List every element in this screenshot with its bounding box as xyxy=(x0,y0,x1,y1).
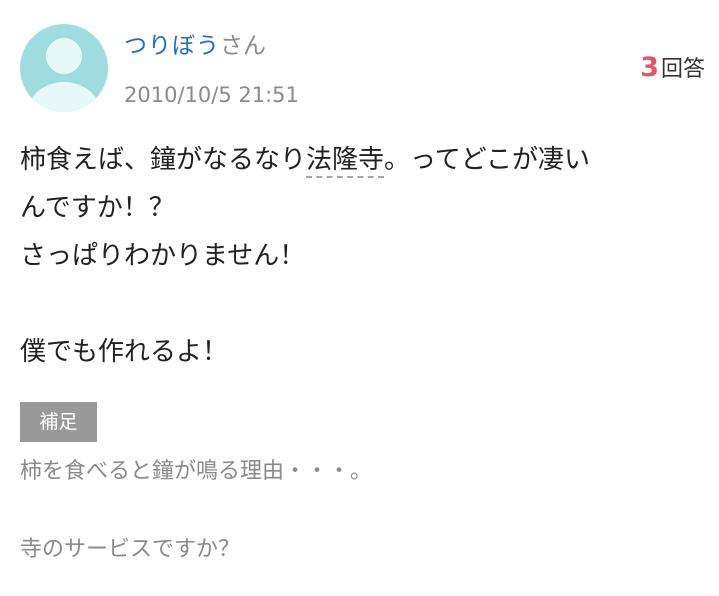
answer-count[interactable]: 3回答 xyxy=(640,52,705,87)
question-body: 柿食えば、鐘がなるなり法隆寺。ってどこが凄い んですか！？ さっぱりわかりません… xyxy=(20,136,700,376)
user-honorific: さん xyxy=(220,33,266,59)
question-text: 。ってどこが凄い xyxy=(384,145,590,175)
supplement-line-1: 柿を食べると鐘が鳴る理由・・・。 xyxy=(20,459,373,484)
supplement-line-2: 寺のサービスですか？ xyxy=(20,537,241,562)
keyword-link[interactable]: 法隆寺 xyxy=(306,145,385,178)
supplement-badge: 補足 xyxy=(20,402,97,442)
answer-count-label: 回答 xyxy=(660,57,705,82)
avatar-body-shape xyxy=(28,82,100,112)
user-line: つりぼうさん xyxy=(124,30,266,62)
question-line-4 xyxy=(20,280,700,328)
question-line-3: さっぱりわかりません！ xyxy=(20,241,306,271)
supplement-text: 柿を食べると鐘が鳴る理由・・・。 寺のサービスですか？ xyxy=(20,452,700,570)
question-line-1: 柿食えば、鐘がなるなり法隆寺。ってどこが凄い xyxy=(20,136,700,184)
post-timestamp: 2010/10/5 21:51 xyxy=(124,83,299,107)
answer-count-number: 3 xyxy=(640,52,659,83)
avatar-head-shape xyxy=(46,38,82,74)
question-line-5: 僕でも作れるよ！ xyxy=(20,337,229,367)
question-text: 柿食えば、鐘がなるなり xyxy=(20,145,307,175)
question-line-2: んですか！？ xyxy=(20,193,175,223)
user-avatar-icon[interactable] xyxy=(20,24,108,112)
user-name-link[interactable]: つりぼう xyxy=(124,33,220,59)
